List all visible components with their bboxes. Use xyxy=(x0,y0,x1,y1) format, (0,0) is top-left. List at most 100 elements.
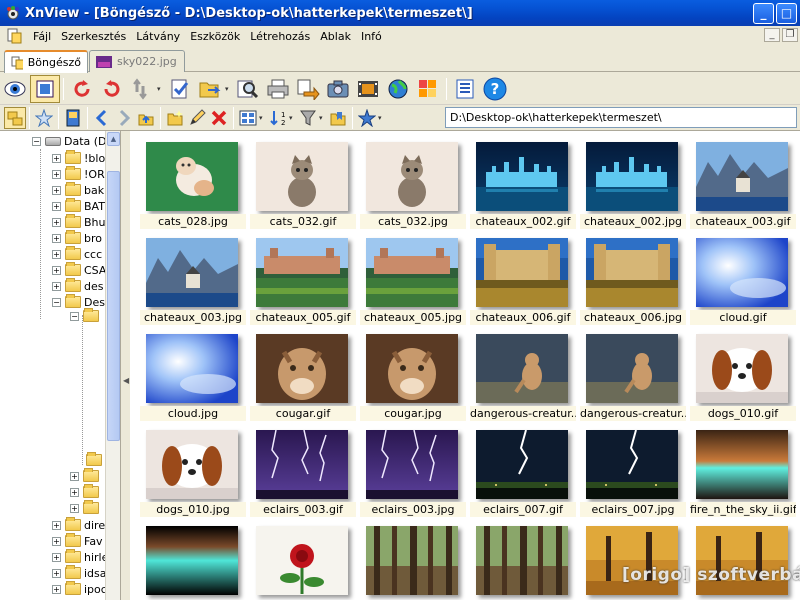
select-icon[interactable] xyxy=(165,75,195,103)
thumbnail-item[interactable]: dangerous-creatur... xyxy=(470,327,580,423)
thumbnail-item[interactable]: dogs_010.gif xyxy=(690,327,800,423)
tree-item[interactable]: + CSA xyxy=(52,262,106,278)
thumbnail-image[interactable] xyxy=(366,526,458,595)
expand-toggle[interactable]: + xyxy=(52,217,61,227)
menu-latvany[interactable]: Látvány xyxy=(131,30,185,43)
tree-item-subfolder[interactable] xyxy=(82,452,105,468)
thumbnail-item[interactable] xyxy=(580,519,690,600)
maximize-button[interactable]: □ xyxy=(776,3,797,24)
tree-item[interactable]: + des xyxy=(52,278,103,294)
thumbnail-image[interactable] xyxy=(476,334,568,403)
thumbnail-item[interactable]: cloud.gif xyxy=(690,231,800,327)
expand-toggle[interactable]: + xyxy=(52,568,61,578)
tree-item[interactable]: + ipoc xyxy=(52,581,107,597)
open-folder-icon[interactable] xyxy=(195,75,225,103)
menu-fajl[interactable]: Fájl xyxy=(28,30,56,43)
thumbnail-item[interactable]: chateaux_005.gif xyxy=(250,231,360,327)
thumbnail-item[interactable]: cloud.jpg xyxy=(140,327,250,423)
thumbnail-image[interactable] xyxy=(586,142,678,211)
thumbnail-item[interactable]: chateaux_002.gif xyxy=(470,135,580,231)
view-mode-icon[interactable] xyxy=(237,107,259,129)
tree-item[interactable]: + Bhu xyxy=(52,214,106,230)
expand-toggle[interactable]: + xyxy=(52,185,61,195)
properties-icon[interactable] xyxy=(450,75,480,103)
delete-icon[interactable] xyxy=(208,107,230,129)
expand-toggle[interactable]: + xyxy=(52,153,61,163)
thumbnail-image[interactable] xyxy=(476,526,568,595)
thumbnail-item[interactable]: cats_032.jpg xyxy=(360,135,470,231)
fullscreen-icon[interactable] xyxy=(30,74,60,103)
menu-letrehozas[interactable]: Létrehozás xyxy=(245,30,315,43)
star-favorite-icon[interactable] xyxy=(356,107,378,129)
expand-toggle[interactable]: + xyxy=(52,281,61,291)
expand-toggle[interactable]: + xyxy=(52,169,61,179)
collapse-toggle[interactable]: − xyxy=(70,311,79,321)
thumbnail-image[interactable] xyxy=(146,526,238,595)
thumbnail-image[interactable] xyxy=(146,238,238,307)
sort-icon[interactable]: 12 xyxy=(267,107,289,129)
tree-item[interactable]: + hirle xyxy=(52,549,108,565)
thumbnail-image[interactable] xyxy=(366,429,458,499)
thumbnail-image[interactable] xyxy=(696,238,788,307)
mdi-minimize-button[interactable]: _ xyxy=(764,28,780,42)
tree-item[interactable]: + !OR xyxy=(52,166,105,182)
thumbnail-item[interactable]: chateaux_005.jpg xyxy=(360,231,470,327)
thumbnail-item[interactable]: eclairs_007.jpg xyxy=(580,423,690,519)
thumbnail-image[interactable] xyxy=(476,238,568,307)
parent-folder-icon[interactable] xyxy=(135,107,157,129)
bookmark-icon[interactable] xyxy=(327,107,349,129)
menu-szerkesztes[interactable]: Szerkesztés xyxy=(56,30,131,43)
print-icon[interactable] xyxy=(263,75,293,103)
expand-toggle[interactable]: + xyxy=(52,249,61,259)
tree-item[interactable]: + Fav xyxy=(52,533,103,549)
tab-browser[interactable]: Böngésző xyxy=(4,50,88,73)
thumbnail-item[interactable]: fire_n_the_sky_ii.gif xyxy=(690,423,800,519)
collapse-toggle[interactable]: − xyxy=(52,297,61,307)
thumbnail-item[interactable]: chateaux_002.jpg xyxy=(580,135,690,231)
catalog-icon[interactable] xyxy=(62,107,84,129)
thumbnail-image[interactable] xyxy=(256,334,348,403)
thumbnail-image[interactable] xyxy=(256,238,348,307)
thumbnail-item[interactable] xyxy=(360,519,470,600)
thumbnail-image[interactable] xyxy=(696,334,788,403)
expand-toggle[interactable]: + xyxy=(52,536,61,546)
forward-arrow-icon[interactable] xyxy=(113,107,135,129)
thumbnail-image[interactable] xyxy=(696,142,788,211)
thumbnail-item[interactable]: eclairs_003.gif xyxy=(250,423,360,519)
folder-tree-icon[interactable] xyxy=(4,106,26,129)
tree-item-subfolder[interactable]: + xyxy=(70,468,102,484)
thumbnail-item[interactable] xyxy=(690,519,800,600)
tree-item-subfolder[interactable]: + xyxy=(70,484,102,500)
tree-scrollbar[interactable]: ▲ xyxy=(105,131,120,600)
tab-sky022[interactable]: sky022.jpg xyxy=(89,50,185,72)
expand-toggle[interactable]: + xyxy=(52,201,61,211)
tree-item[interactable]: + ccc xyxy=(52,246,102,262)
scroll-thumb[interactable] xyxy=(107,171,120,441)
thumbnail-image[interactable] xyxy=(696,430,788,499)
expand-toggle[interactable]: + xyxy=(52,552,61,562)
convert-icon[interactable] xyxy=(127,75,157,103)
tree-item[interactable]: + !blo xyxy=(52,150,105,166)
expand-toggle[interactable]: + xyxy=(70,503,79,513)
tree-item[interactable]: + BAT xyxy=(52,198,105,214)
thumbnail-item[interactable]: chateaux_003.jpg xyxy=(140,231,250,327)
filter-icon[interactable] xyxy=(297,107,319,129)
tree-item-subfolder[interactable]: − xyxy=(70,308,102,324)
rotate-left-icon[interactable] xyxy=(67,75,97,103)
thumbnail-item[interactable]: chateaux_003.gif xyxy=(690,135,800,231)
thumbnail-image[interactable] xyxy=(476,142,568,211)
thumbnail-image[interactable] xyxy=(256,526,348,595)
menu-info[interactable]: Infó xyxy=(356,30,387,43)
thumbnail-image[interactable] xyxy=(366,238,458,307)
thumbnail-item[interactable]: eclairs_003.jpg xyxy=(360,423,470,519)
new-folder-icon[interactable] xyxy=(164,107,186,129)
expand-toggle[interactable]: + xyxy=(70,487,79,497)
thumbnail-item[interactable] xyxy=(250,519,360,600)
thumbnail-image[interactable] xyxy=(586,334,678,403)
expand-toggle[interactable]: + xyxy=(52,520,61,530)
tree-item-subfolder[interactable]: + xyxy=(70,500,102,516)
favorites-icon[interactable] xyxy=(33,107,55,129)
path-input[interactable]: D:\Desktop-ok\hatterkepek\termeszet\ xyxy=(445,107,797,128)
copy-to-icon[interactable] xyxy=(293,75,323,103)
thumbnail-image[interactable] xyxy=(586,238,678,307)
